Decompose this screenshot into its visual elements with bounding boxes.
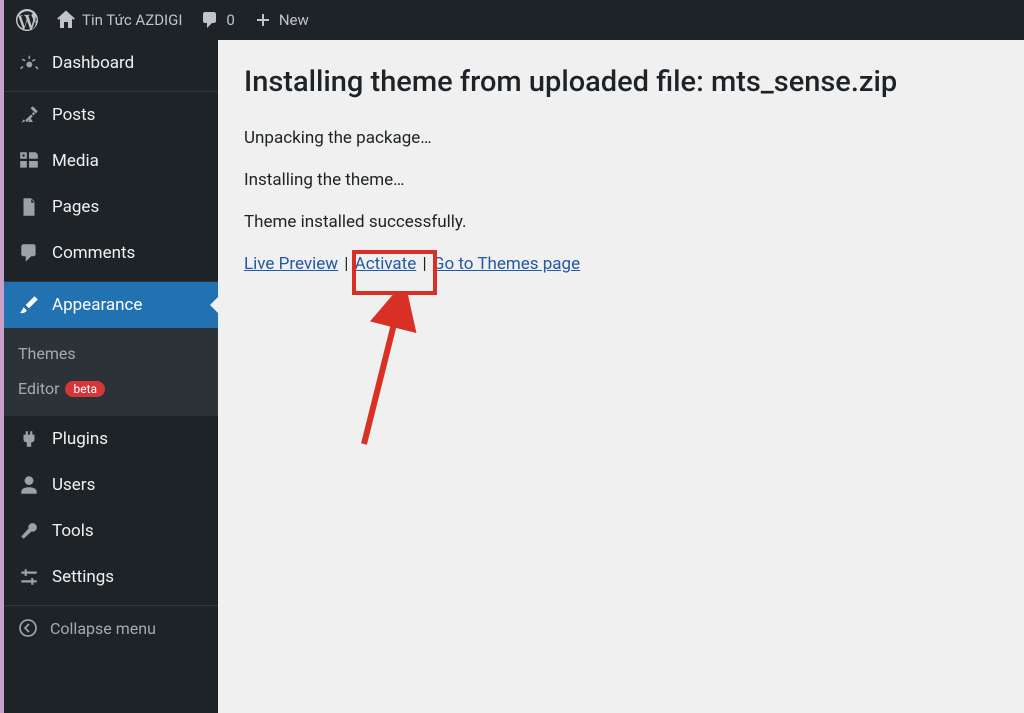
page-icon <box>18 196 40 218</box>
comment-icon <box>200 10 220 30</box>
go-to-themes-link[interactable]: Go to Themes page <box>433 254 580 274</box>
pin-icon <box>18 104 40 126</box>
dashboard-icon <box>18 52 40 74</box>
users-label: Users <box>52 475 95 495</box>
new-content-link[interactable]: New <box>253 10 309 30</box>
activate-link[interactable]: Activate <box>355 254 417 274</box>
new-label: New <box>279 11 309 29</box>
sidebar-item-plugins[interactable]: Plugins <box>4 416 218 462</box>
admin-toolbar: Tin Tức AZDIGI 0 New <box>4 0 1024 40</box>
plus-icon <box>253 10 273 30</box>
comments-count: 0 <box>226 11 234 29</box>
comments-icon <box>18 242 40 264</box>
theme-action-links: Live Preview | Activate | Go to Themes p… <box>244 254 998 274</box>
plugins-label: Plugins <box>52 429 108 449</box>
collapse-icon <box>18 618 38 638</box>
sidebar-item-tools[interactable]: Tools <box>4 508 218 554</box>
live-preview-link[interactable]: Live Preview <box>244 254 338 274</box>
sidebar-item-comments[interactable]: Comments <box>4 230 218 276</box>
admin-sidebar: Dashboard Posts Media Pages Comments App… <box>4 40 218 713</box>
wp-logo[interactable] <box>16 9 38 31</box>
separator: | <box>422 254 430 274</box>
sidebar-item-pages[interactable]: Pages <box>4 184 218 230</box>
status-success: Theme installed successfully. <box>244 212 998 232</box>
collapse-menu[interactable]: Collapse menu <box>4 606 218 650</box>
settings-label: Settings <box>52 567 114 587</box>
comments-label: Comments <box>52 243 135 263</box>
tools-label: Tools <box>52 521 94 541</box>
status-installing: Installing the theme… <box>244 170 998 190</box>
wrench-icon <box>18 520 40 542</box>
page-title: Installing theme from uploaded file: mts… <box>244 64 998 100</box>
media-icon <box>18 150 40 172</box>
plugin-icon <box>18 428 40 450</box>
submenu-item-themes[interactable]: Themes <box>4 336 218 371</box>
brush-icon <box>18 294 40 316</box>
media-label: Media <box>52 151 99 171</box>
sidebar-item-settings[interactable]: Settings <box>4 554 218 600</box>
dashboard-label: Dashboard <box>52 53 134 73</box>
collapse-label: Collapse menu <box>50 619 156 638</box>
appearance-submenu: Themes Editor beta <box>4 328 218 416</box>
separator: | <box>344 254 352 274</box>
sidebar-item-users[interactable]: Users <box>4 462 218 508</box>
user-icon <box>18 474 40 496</box>
sidebar-item-dashboard[interactable]: Dashboard <box>4 40 218 86</box>
posts-label: Posts <box>52 105 95 125</box>
status-unpacking: Unpacking the package… <box>244 128 998 148</box>
comments-link[interactable]: 0 <box>200 10 234 30</box>
appearance-label: Appearance <box>52 295 142 315</box>
submenu-item-editor[interactable]: Editor beta <box>4 371 218 406</box>
site-name-link[interactable]: Tin Tức AZDIGI <box>56 10 182 30</box>
home-icon <box>56 10 76 30</box>
sidebar-item-media[interactable]: Media <box>4 138 218 184</box>
sidebar-item-posts[interactable]: Posts <box>4 92 218 138</box>
sidebar-item-appearance[interactable]: Appearance <box>4 282 218 328</box>
wordpress-icon <box>16 9 38 31</box>
editor-label: Editor <box>18 379 59 398</box>
pages-label: Pages <box>52 197 99 217</box>
site-name-label: Tin Tức AZDIGI <box>82 11 182 29</box>
sliders-icon <box>18 566 40 588</box>
themes-label: Themes <box>18 344 76 363</box>
main-content: Installing theme from uploaded file: mts… <box>218 40 1024 713</box>
beta-badge: beta <box>65 381 105 397</box>
